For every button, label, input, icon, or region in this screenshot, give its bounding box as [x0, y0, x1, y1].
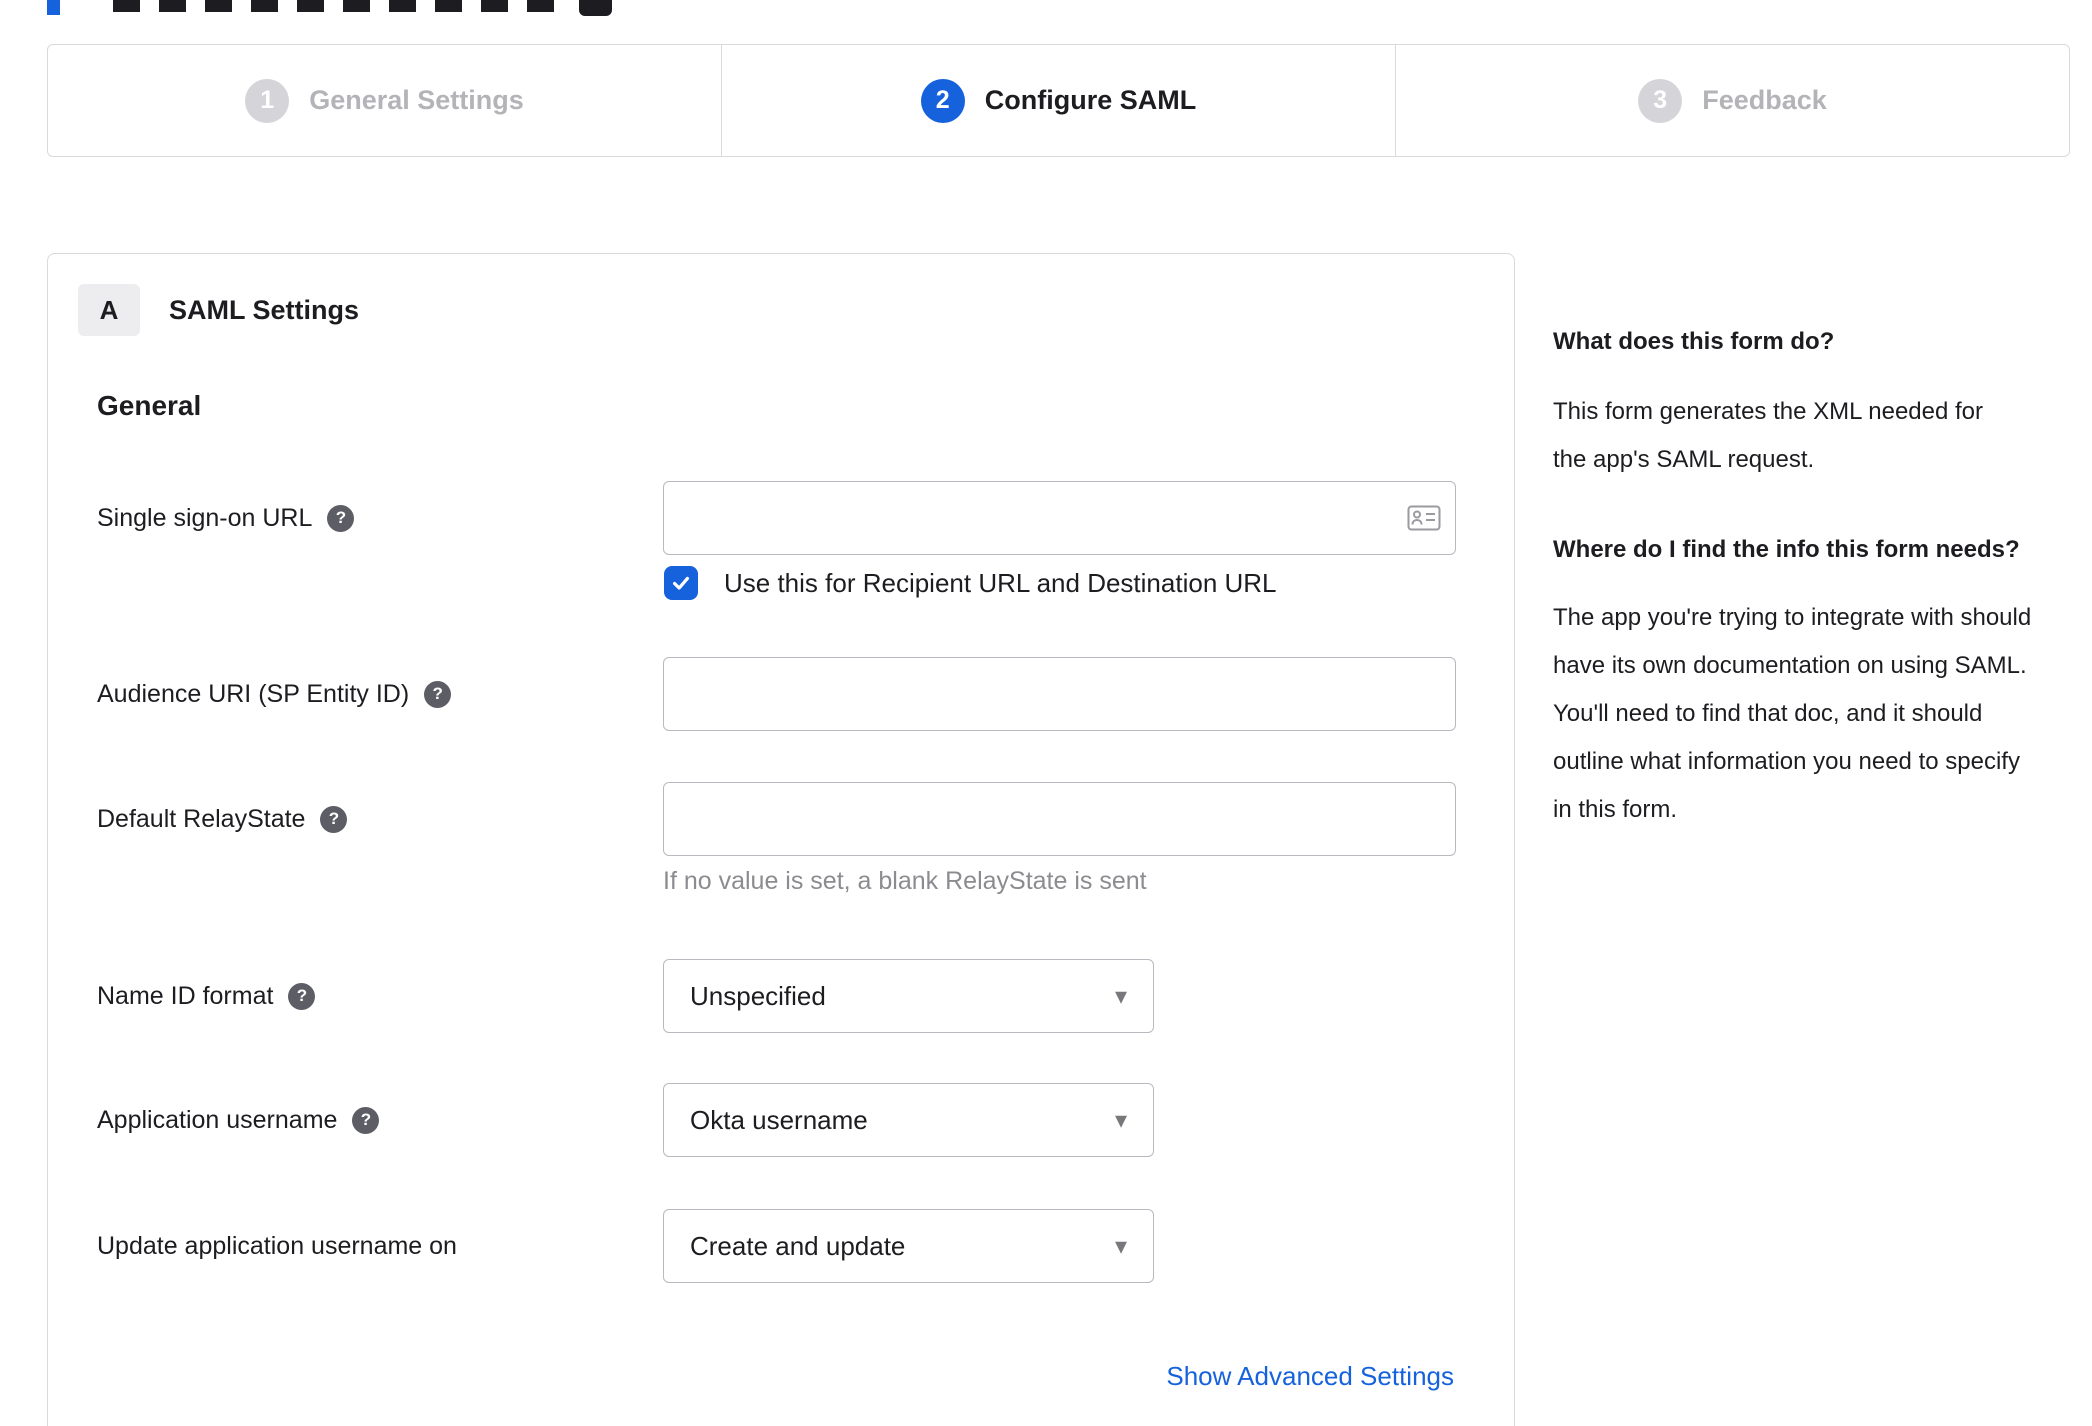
checkbox-label: Use this for Recipient URL and Destinati…: [724, 567, 1277, 598]
recipient-url-checkbox-row: Use this for Recipient URL and Destinati…: [664, 566, 1277, 600]
group-title: General: [97, 390, 202, 421]
contact-card-icon: [1404, 481, 1444, 555]
relaystate-label-row: Default RelayState ?: [97, 782, 348, 856]
field-label: Update application username on: [97, 1231, 457, 1260]
chevron-down-icon: ▾: [1114, 1232, 1127, 1260]
step-number-badge: 3: [1638, 78, 1683, 123]
sso-url-input[interactable]: [663, 481, 1456, 555]
clipped-title-fragment-blue: [47, 0, 60, 15]
use-for-recipient-checkbox[interactable]: [664, 566, 698, 600]
section-title: SAML Settings: [169, 294, 360, 325]
application-username-select[interactable]: Okta username ▾: [663, 1083, 1154, 1157]
chevron-down-icon: ▾: [1114, 1106, 1127, 1134]
update-username-select[interactable]: Create and update ▾: [663, 1209, 1154, 1283]
help-icon[interactable]: ?: [288, 982, 316, 1010]
step-general-settings[interactable]: 1 General Settings: [48, 45, 721, 156]
step-label: General Settings: [309, 85, 524, 115]
help-icon[interactable]: ?: [424, 680, 452, 708]
select-value: Create and update: [690, 1230, 906, 1261]
step-number-badge: 1: [245, 78, 290, 123]
name-id-format-label-row: Name ID format ?: [97, 959, 316, 1033]
application-username-label-row: Application username ?: [97, 1083, 380, 1157]
field-label: Default RelayState: [97, 804, 306, 833]
chevron-down-icon: ▾: [1114, 982, 1127, 1010]
checkmark-icon: [672, 576, 690, 590]
step-number-badge: 2: [920, 78, 965, 123]
update-username-label-row: Update application username on: [97, 1209, 457, 1283]
relaystate-hint: If no value is set, a blank RelayState i…: [663, 867, 1147, 895]
field-label: Single sign-on URL: [97, 503, 313, 532]
help-body-2: The app you're trying to integrate with …: [1553, 604, 2032, 823]
show-advanced-settings-link[interactable]: Show Advanced Settings: [1166, 1361, 1454, 1392]
clipped-title-fragment-text: [113, 0, 568, 12]
relaystate-input[interactable]: [663, 782, 1456, 856]
audience-uri-label-row: Audience URI (SP Entity ID) ?: [97, 657, 452, 731]
step-label: Feedback: [1702, 85, 1827, 115]
saml-settings-card: A SAML Settings General Single sign-on U…: [47, 253, 1515, 1426]
section-badge: A: [78, 284, 140, 336]
help-sidebar: What does this form do? This form genera…: [1553, 322, 2045, 834]
audience-uri-input[interactable]: [663, 657, 1456, 731]
select-value: Unspecified: [690, 980, 826, 1011]
select-value: Okta username: [690, 1104, 868, 1135]
help-body-1: This form generates the XML needed for t…: [1553, 398, 1984, 473]
help-icon[interactable]: ?: [320, 805, 348, 833]
help-heading-2: Where do I find the info this form needs…: [1553, 536, 2020, 563]
wizard-stepper: 1 General Settings 2 Configure SAML 3 Fe…: [47, 44, 2070, 157]
field-label: Audience URI (SP Entity ID): [97, 679, 410, 708]
help-icon[interactable]: ?: [352, 1106, 380, 1134]
step-feedback[interactable]: 3 Feedback: [1395, 45, 2069, 156]
step-configure-saml[interactable]: 2 Configure SAML: [721, 45, 1395, 156]
field-label: Application username: [97, 1105, 338, 1134]
help-heading-1: What does this form do?: [1553, 328, 1835, 355]
step-label: Configure SAML: [984, 85, 1197, 115]
sso-url-label-row: Single sign-on URL ?: [97, 481, 355, 555]
name-id-format-select[interactable]: Unspecified ▾: [663, 959, 1154, 1033]
help-icon[interactable]: ?: [327, 504, 355, 532]
clipped-icon-fragment: [579, 0, 612, 16]
field-label: Name ID format: [97, 981, 274, 1010]
